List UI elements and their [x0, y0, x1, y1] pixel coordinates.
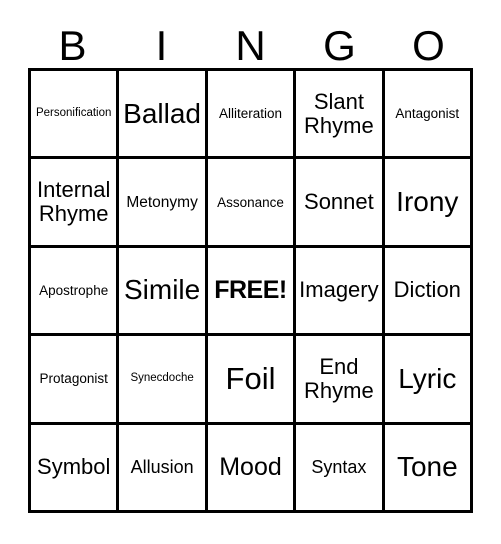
bingo-cell[interactable]: Syntax [296, 424, 385, 513]
bingo-cell[interactable]: Slant Rhyme [296, 71, 385, 160]
bingo-cell[interactable]: Antagonist [384, 71, 473, 160]
bingo-grid: Personification Ballad Alliteration Slan… [28, 68, 473, 513]
bingo-cell[interactable]: Metonymy [119, 159, 208, 248]
bingo-cell-label: End Rhyme [304, 353, 374, 403]
bingo-cell-label: Protagonist [39, 371, 108, 387]
bingo-header: B I N G O [28, 18, 473, 68]
bingo-cell[interactable]: Mood [207, 424, 297, 513]
bingo-cell-label: Diction [393, 277, 461, 303]
bingo-cell-label: Alliteration [218, 106, 282, 122]
bingo-cell[interactable]: Foil [207, 336, 297, 425]
bingo-cell-label: Personification [35, 107, 112, 120]
bingo-cell[interactable]: End Rhyme [296, 336, 385, 425]
bingo-cell[interactable]: Assonance [207, 159, 297, 248]
header-letter-i: I [155, 22, 168, 69]
header-letter-n: N [235, 22, 266, 69]
bingo-cell[interactable]: Lyric [384, 336, 473, 425]
bingo-cell-label: Apostrophe [39, 282, 109, 298]
bingo-cell[interactable]: Imagery [296, 247, 385, 337]
bingo-cell-label: Allusion [130, 457, 194, 478]
bingo-cell[interactable]: Sonnet [296, 159, 385, 248]
bingo-cell[interactable]: Ballad [119, 71, 208, 160]
bingo-cell-label: Assonance [217, 194, 284, 210]
bingo-cell-label: Synecdoche [130, 372, 194, 385]
bingo-cell-label: Syntax [311, 457, 367, 478]
bingo-cell[interactable]: Allusion [119, 424, 208, 513]
bingo-cell-label: Simile [123, 274, 201, 306]
bingo-cell-label: Symbol [37, 454, 111, 480]
bingo-cell[interactable]: Irony [384, 159, 473, 248]
bingo-cell[interactable]: Synecdoche [119, 336, 208, 425]
bingo-cell[interactable]: Personification [31, 71, 120, 160]
bingo-cell-label: Ballad [123, 97, 202, 129]
bingo-cell-label: Sonnet [304, 189, 374, 215]
bingo-cell-label: Slant Rhyme [304, 88, 374, 138]
bingo-cell[interactable]: Internal Rhyme [31, 159, 120, 248]
header-letter-g: G [323, 22, 356, 69]
bingo-cell[interactable]: Alliteration [207, 71, 297, 160]
bingo-cell[interactable]: Diction [384, 247, 473, 337]
free-space-label: FREE! [214, 275, 287, 304]
bingo-cell[interactable]: Symbol [31, 424, 120, 513]
header-letter-b: B [58, 22, 87, 69]
bingo-cell-label: Irony [396, 186, 459, 218]
bingo-card: B I N G O Personification Ballad Alliter… [0, 0, 501, 544]
bingo-cell-label: Metonymy [126, 193, 198, 211]
bingo-cell[interactable]: Protagonist [31, 336, 120, 425]
bingo-cell-label: Tone [396, 451, 458, 483]
bingo-cell-label: Mood [219, 452, 282, 481]
bingo-cell-label: Antagonist [395, 106, 460, 122]
bingo-cell[interactable]: Tone [384, 424, 473, 513]
bingo-cell-label: Foil [225, 361, 276, 397]
bingo-cell[interactable]: Simile [119, 247, 208, 337]
header-letter-o: O [412, 22, 445, 69]
bingo-cell-label: Lyric [398, 362, 457, 394]
bingo-cell-free[interactable]: FREE! [207, 247, 297, 337]
bingo-cell[interactable]: Apostrophe [31, 247, 120, 337]
bingo-cell-label: Internal Rhyme [37, 177, 111, 227]
bingo-cell-label: Imagery [299, 277, 379, 303]
